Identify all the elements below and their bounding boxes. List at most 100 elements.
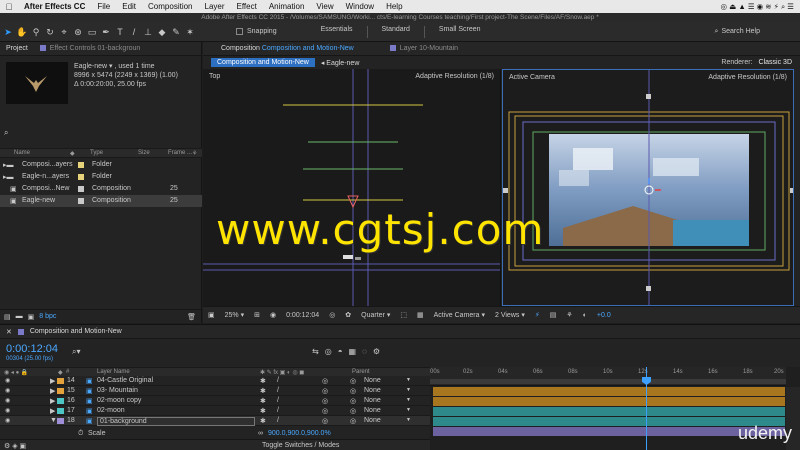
rectangle-tool-icon[interactable]: ▭ (86, 26, 98, 38)
puppet-tool-icon[interactable]: ✶ (184, 26, 196, 38)
menu-window[interactable]: Window (340, 2, 380, 11)
menu-file[interactable]: File (91, 2, 116, 11)
expand-arrow-icon[interactable]: ▶ (50, 387, 55, 395)
project-row[interactable]: ▸▬ Eagle-n...ayers Folder (0, 171, 202, 183)
magnification-dropdown[interactable]: 25% ▾ (220, 311, 249, 319)
quality-switch-icon[interactable]: / (277, 377, 279, 384)
parent-value[interactable]: None (364, 387, 381, 394)
shy-layers-icon[interactable]: ◓ (338, 347, 343, 356)
layer-label-swatch[interactable] (57, 418, 64, 424)
timeline-icon[interactable]: ▤ (545, 311, 562, 319)
chevron-down-icon[interactable]: ▼ (406, 387, 411, 393)
snapshot-icon[interactable]: ◉ (265, 311, 281, 319)
reset-exposure-icon[interactable]: ◐ (578, 312, 592, 319)
chevron-down-icon[interactable]: ▼ (406, 397, 411, 403)
snapping-toggle[interactable]: Snapping (236, 28, 277, 35)
pan-behind-tool-icon[interactable]: ⊛ (72, 26, 84, 38)
scale-value[interactable]: 900.0,900.0,900.0% (268, 430, 331, 437)
close-icon[interactable]: ✕ (6, 328, 12, 336)
chevron-down-icon[interactable]: ▼ (406, 417, 411, 423)
pen-tool-icon[interactable]: ✒ (100, 26, 112, 38)
new-folder-icon[interactable]: ▬ (16, 313, 23, 320)
toggle-masks-icon[interactable]: ▣ (203, 311, 220, 319)
selection-tool-icon[interactable]: ➤ (2, 26, 14, 38)
snapping-checkbox[interactable] (236, 28, 243, 35)
3d-layer-icon[interactable]: ◎ (322, 417, 328, 425)
parent-value[interactable]: None (364, 397, 381, 404)
layer-row[interactable]: ◉ ▶ 16 ▣ 02-moon copy ✱ / ◎ ◎ None ▼ (0, 396, 430, 406)
layer-row[interactable]: ◉ ▶ 14 ▣ 04-Castle Original ✱ / ◎ ◎ None… (0, 376, 430, 386)
menu-layer[interactable]: Layer (199, 2, 231, 11)
quality-switch-icon[interactable]: / (277, 407, 279, 414)
status-icons[interactable]: ◎ ⏏ ▲ ☰ ◉ ≋ ⚡ ⌕ ☰ (721, 2, 794, 12)
apple-icon[interactable]:  (0, 2, 18, 12)
flowchart-icon[interactable]: ⚘ (192, 150, 197, 157)
label-swatch[interactable] (78, 162, 84, 168)
workspace-essentials[interactable]: Essentials (307, 26, 367, 38)
layer-switches-icons[interactable]: ⚙ ◈ ▣ (4, 442, 26, 450)
3d-layer-icon[interactable]: ◎ (322, 407, 328, 415)
visibility-eye-icon[interactable]: ◉ (5, 387, 10, 394)
hand-tool-icon[interactable]: ✋ (16, 26, 28, 38)
quality-switch-icon[interactable]: / (277, 397, 279, 404)
motion-blur-icon[interactable]: ◌ (362, 347, 367, 356)
shy-switch-icon[interactable]: ✱ (260, 387, 266, 395)
layer-label-swatch[interactable] (57, 378, 64, 384)
camera-snapshot-icon[interactable]: ◎ (324, 311, 340, 319)
tab-composition[interactable]: Composition Composition and Motion-New (203, 45, 362, 52)
label-swatch[interactable] (78, 174, 84, 180)
exposure-value[interactable]: +0.0 (592, 312, 616, 319)
project-row-selected[interactable]: ▣ Eagle-new Composition 25 (0, 195, 202, 207)
label-swatch[interactable] (78, 186, 84, 192)
new-composition-icon[interactable]: ▣ (28, 313, 35, 321)
toggle-switches-modes[interactable]: Toggle Switches / Modes (262, 442, 339, 449)
layer-bar[interactable] (433, 417, 785, 426)
interpret-footage-icon[interactable]: ▤ (4, 313, 11, 321)
bpc-button[interactable]: 8 bpc (39, 313, 56, 320)
stopwatch-icon[interactable]: ⏱ (78, 430, 83, 438)
layer-row[interactable]: ◉ ▶ 17 ▣ 02-moon ✱ / ◎ ◎ None ▼ (0, 406, 430, 416)
flowchart-icon[interactable]: ⚘ (561, 311, 577, 319)
safe-zones-icon[interactable]: ⊞ (249, 311, 265, 319)
col-name[interactable]: Name (14, 150, 30, 156)
layer-row-selected[interactable]: ◉ ▼ 18 ▣ 01-background ✱ / ◎ ◎ None ▼ (0, 416, 430, 426)
expand-arrow-icon[interactable]: ▶ (50, 407, 55, 415)
layer-name[interactable]: 02-moon copy (97, 397, 141, 404)
col-layer-name[interactable]: Layer Name (97, 369, 130, 375)
resolution-dropdown[interactable]: Quarter ▾ (356, 311, 395, 319)
col-label-icon[interactable]: ◆ (70, 150, 75, 157)
roto-tool-icon[interactable]: ✎ (170, 26, 182, 38)
layer-bar[interactable] (433, 387, 785, 396)
expand-arrow-icon[interactable]: ▶ (50, 377, 55, 385)
draft-3d-icon[interactable]: ◎ (325, 347, 332, 356)
fast-preview-icon[interactable]: ⚡ (530, 311, 545, 319)
time-ruler[interactable]: 00s 02s 04s 06s 08s 10s 12s 14s 16s 18s … (430, 367, 786, 386)
menu-composition[interactable]: Composition (142, 2, 198, 11)
layer-bar[interactable] (433, 427, 785, 436)
layer-bar[interactable] (433, 397, 785, 406)
transparency-grid-icon[interactable]: ▦ (412, 311, 429, 319)
zoom-tool-icon[interactable]: ⚲ (30, 26, 42, 38)
layer-label-swatch[interactable] (57, 408, 64, 414)
camera-view-dropdown[interactable]: Active Camera ▾ (429, 311, 490, 319)
layer-name[interactable]: 02-moon (97, 407, 125, 414)
project-row[interactable]: ▸▬ Composi...ayers Folder (0, 159, 202, 171)
menu-app[interactable]: After Effects CC (18, 2, 91, 11)
col-type[interactable]: Type (90, 150, 103, 156)
camera-tool-icon[interactable]: ⌖ (58, 26, 70, 38)
parent-value[interactable]: None (364, 377, 381, 384)
trash-icon[interactable]: 🗑 (187, 313, 196, 321)
shy-switch-icon[interactable]: ✱ (260, 417, 266, 425)
crumb-eagle[interactable]: ◂ Eagle-new (315, 59, 366, 67)
col-frame[interactable]: Frame ... (168, 150, 192, 156)
brush-tool-icon[interactable]: / (128, 26, 140, 38)
quality-switch-icon[interactable]: / (277, 387, 279, 394)
tab-timeline-comp[interactable]: Composition and Motion-New (30, 328, 122, 335)
visibility-eye-icon[interactable]: ◉ (5, 417, 10, 424)
label-swatch[interactable] (78, 198, 84, 204)
expand-arrow-icon[interactable]: ▶ (50, 397, 55, 405)
layer-row[interactable]: ◉ ▶ 15 ▣ 03- Mountain ✱ / ◎ ◎ None ▼ (0, 386, 430, 396)
menu-view[interactable]: View (310, 2, 339, 11)
renderer-info[interactable]: Renderer: Classic 3D (721, 59, 800, 66)
layer-bar[interactable] (433, 407, 785, 416)
